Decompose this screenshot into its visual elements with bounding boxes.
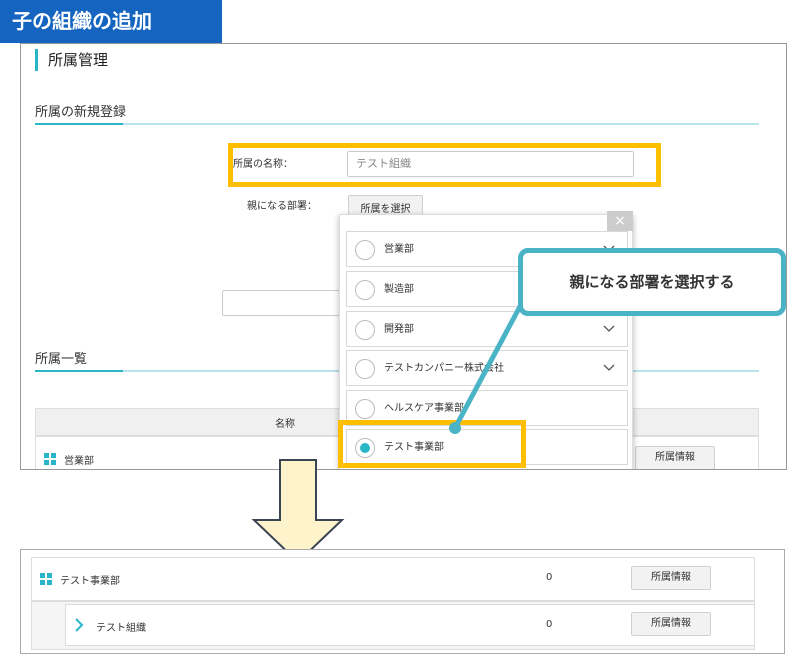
row-count: 0 — [546, 572, 553, 583]
section-divider — [35, 123, 759, 125]
section-heading: 子の組織の追加 — [0, 0, 222, 43]
radio-button[interactable] — [355, 240, 375, 260]
first-row-name: 営業部 — [64, 456, 94, 467]
register-field[interactable] — [222, 290, 342, 316]
dropdown-item-label: 製造部 — [384, 284, 414, 295]
parent-label: 親になる部署： — [247, 201, 317, 212]
page-title: 所属管理 — [35, 49, 108, 71]
chevron-right-icon[interactable] — [73, 617, 85, 633]
section-divider-accent — [35, 123, 123, 125]
callout-bubble: 親になる部署を選択する — [518, 248, 786, 316]
row-name: テスト事業部 — [60, 576, 120, 587]
department-info-button[interactable]: 所属情報 — [635, 446, 715, 469]
chevron-down-icon[interactable] — [601, 321, 617, 337]
dropdown-item-label: 営業部 — [384, 244, 414, 255]
department-info-button[interactable]: 所属情報 — [631, 566, 711, 590]
child-row-count: 0 — [546, 619, 553, 630]
child-info-button[interactable]: 所属情報 — [631, 612, 711, 636]
radio-button[interactable] — [355, 280, 375, 300]
list-divider-accent — [35, 370, 123, 372]
close-icon[interactable]: × — [607, 211, 633, 231]
list-section-title: 所属一覧 — [35, 352, 88, 367]
department-grid-icon — [40, 573, 52, 585]
new-section-title: 所属の新規登録 — [35, 105, 127, 120]
radio-button[interactable] — [355, 320, 375, 340]
child-row-name: テスト組織 — [96, 623, 146, 634]
radio-button[interactable] — [355, 399, 375, 419]
department-grid-icon — [44, 453, 56, 465]
highlight-name-field — [228, 143, 661, 187]
dropdown-item-label: 開発部 — [384, 324, 414, 335]
radio-button[interactable] — [355, 359, 375, 379]
after-screenshot: テスト事業部 0 所属情報 テスト組織 0 所属情報 — [20, 549, 785, 654]
column-header-name: 名称 — [275, 419, 295, 430]
chevron-down-icon[interactable] — [601, 360, 617, 376]
